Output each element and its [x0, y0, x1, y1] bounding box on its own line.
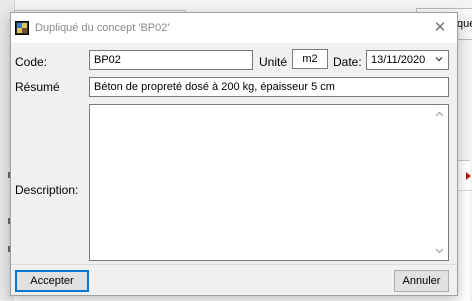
code-label: Code: [15, 55, 48, 69]
dialog-titlebar[interactable]: Dupliqué du concept 'BP02' ✕ [11, 13, 457, 43]
chevron-down-icon[interactable] [435, 55, 443, 63]
dialog-title: Dupliqué du concept 'BP02' [35, 22, 170, 34]
code-input[interactable]: BP02 [89, 50, 253, 70]
dialog-body: Code: BP02 Unité m2 Date: 13/11/2020 Rés… [11, 43, 457, 265]
description-scrollbar[interactable] [431, 105, 448, 260]
description-textarea[interactable] [89, 104, 449, 261]
close-icon: ✕ [433, 19, 447, 36]
unit-label: Unité [259, 55, 288, 69]
background-tab-label: qué [457, 18, 472, 30]
description-label: Description: [15, 183, 79, 197]
date-picker[interactable]: 13/11/2020 [366, 50, 449, 70]
resume-input[interactable]: Béton de propreté dosé à 200 kg, épaisse… [89, 77, 449, 97]
unit-input[interactable]: m2 [292, 49, 328, 69]
date-value: 13/11/2020 [371, 54, 426, 66]
background-red-marker [466, 172, 471, 180]
close-button[interactable]: ✕ [423, 15, 457, 41]
app-icon [15, 21, 29, 35]
background-divider [458, 190, 472, 191]
cancel-button[interactable]: Annuler [394, 270, 449, 292]
resume-label: Résumé [15, 80, 60, 94]
duplicate-concept-dialog: Dupliqué du concept 'BP02' ✕ Code: BP02 … [10, 12, 458, 296]
scroll-down-icon[interactable] [435, 248, 444, 254]
accept-button[interactable]: Accepter [15, 270, 89, 292]
dialog-footer: Accepter Annuler [11, 264, 457, 295]
date-label: Date: [333, 55, 362, 69]
scroll-up-icon[interactable] [435, 111, 444, 117]
